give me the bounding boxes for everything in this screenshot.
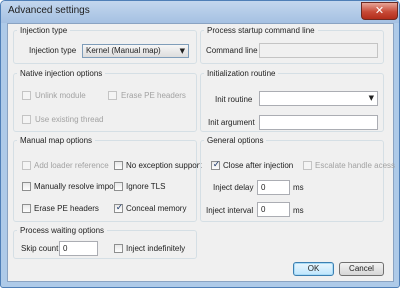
inject-delay-field[interactable]: 0 [257, 180, 290, 195]
mm-erase-pe-headers-label: Erase PE headers [34, 204, 99, 213]
inject-interval-unit: ms [293, 206, 304, 215]
escalate-handle-access-label: Escalate handle acess [315, 161, 396, 170]
unlink-module-checkbox[interactable] [22, 91, 31, 100]
init-routine-label: Init routine [215, 95, 253, 104]
injection-type-selected: Kernel (Manual map) [86, 46, 161, 55]
skip-count-label: Skip count [21, 244, 59, 253]
add-loader-reference-label: Add loader reference [34, 161, 109, 170]
use-existing-thread-label: Use existing thread [35, 115, 104, 124]
chevron-down-icon: ▼ [179, 47, 185, 55]
manually-resolve-imports-label: Manually resolve imports [34, 182, 123, 191]
ignore-tls-checkbox[interactable] [114, 182, 123, 191]
checkmark-icon: ✓ [115, 203, 124, 213]
cancel-button[interactable]: Cancel [339, 262, 384, 276]
init-argument-field[interactable] [259, 115, 378, 130]
native-erase-pe-headers-checkbox[interactable] [108, 91, 117, 100]
inject-interval-field[interactable]: 0 [257, 202, 290, 217]
injection-type-label: Injection type [29, 46, 77, 55]
no-exception-support-checkbox[interactable] [114, 161, 123, 170]
inject-indefinitely-checkbox[interactable] [114, 244, 123, 253]
inject-delay-unit: ms [293, 183, 304, 192]
native-injection-group-label: Native injection options [20, 69, 103, 78]
window-title: Advanced settings [8, 5, 90, 16]
chevron-down-icon: ▼ [368, 94, 374, 102]
add-loader-reference-checkbox[interactable] [22, 161, 31, 170]
command-line-field[interactable] [259, 43, 378, 58]
skip-count-field[interactable]: 0 [59, 241, 98, 256]
inject-interval-label: Inject interval [206, 206, 254, 215]
manually-resolve-imports-checkbox[interactable] [22, 182, 31, 191]
close-icon: ✕ [374, 4, 385, 17]
use-existing-thread-checkbox[interactable] [22, 115, 31, 124]
title-bar[interactable]: Advanced settings ✕ [1, 1, 399, 23]
native-erase-pe-headers-label: Erase PE headers [121, 91, 186, 100]
mm-erase-pe-headers-checkbox[interactable] [22, 204, 31, 213]
command-line-label: Command line [206, 46, 258, 55]
inject-delay-label: Inject delay [213, 183, 254, 192]
general-options-group-label: General options [207, 136, 264, 145]
process-waiting-group-label: Process waiting options [20, 226, 105, 235]
close-after-injection-label: Close after injection [223, 161, 294, 170]
dialog-body: Injection type Injection type Kernel (Ma… [7, 23, 396, 282]
conceal-memory-label: Conceal memory [126, 204, 187, 213]
injection-type-group-label: Injection type [20, 26, 68, 35]
inject-indefinitely-label: Inject indefinitely [126, 244, 186, 253]
close-button[interactable]: ✕ [361, 2, 398, 20]
process-startup-group-label: Process startup command line [207, 26, 315, 35]
checkmark-icon: ✓ [212, 160, 221, 170]
ignore-tls-label: Ignore TLS [126, 182, 166, 191]
initialization-group-label: Initialization routine [207, 69, 276, 78]
process-waiting-group: Process waiting options [13, 226, 197, 259]
close-after-injection-checkbox[interactable]: ✓ [211, 160, 221, 170]
init-argument-label: Init argument [208, 118, 255, 127]
ok-button[interactable]: OK [293, 262, 334, 276]
unlink-module-label: Unlink module [35, 91, 86, 100]
no-exception-support-label: No exception support [126, 161, 202, 170]
init-routine-select[interactable]: ▼ [259, 91, 378, 106]
injection-type-select[interactable]: Kernel (Manual map) ▼ [82, 44, 189, 58]
escalate-handle-access-checkbox[interactable] [303, 161, 312, 170]
conceal-memory-checkbox[interactable]: ✓ [114, 203, 124, 213]
manual-map-group-label: Manual map options [20, 136, 93, 145]
advanced-settings-window: Advanced settings ✕ Injection type Injec… [0, 0, 400, 288]
